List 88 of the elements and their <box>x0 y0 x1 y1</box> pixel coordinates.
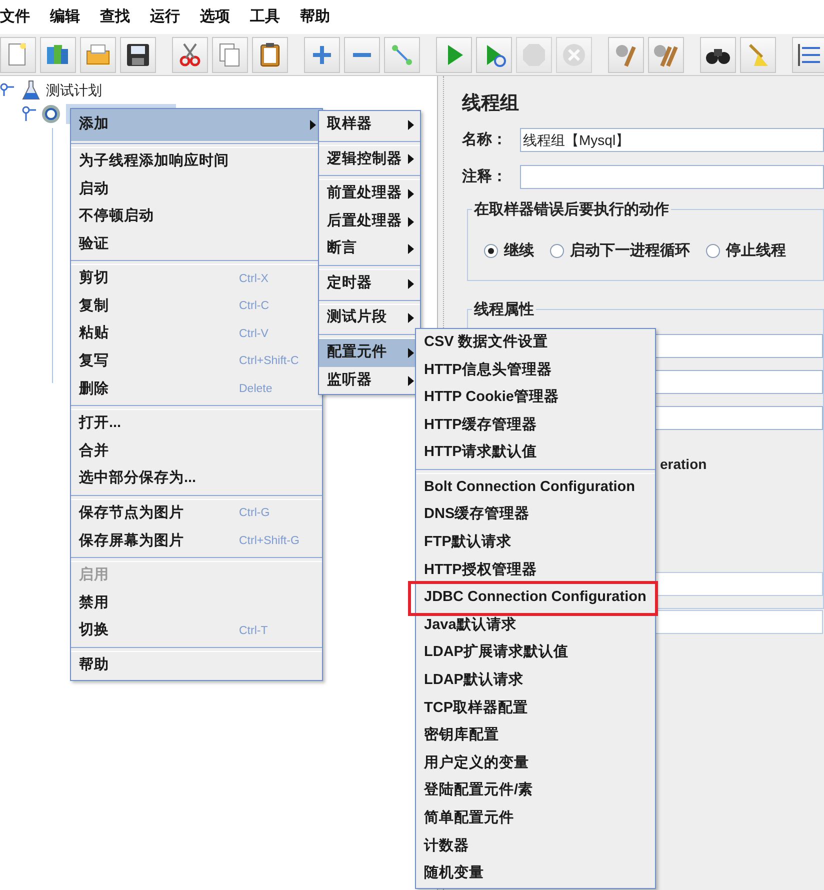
menu-item[interactable]: 定时器 <box>319 270 420 298</box>
menu-item[interactable]: 查找 <box>100 6 130 28</box>
panel-title: 线程组 <box>462 92 520 116</box>
menu-item[interactable]: 选中部分保存为... <box>71 466 322 494</box>
shortcut-label: Delete <box>239 382 272 397</box>
shortcut-label: Ctrl-V <box>239 326 268 342</box>
submenu-arrow-icon <box>408 348 414 358</box>
checkbox-label: eration <box>660 455 707 474</box>
menu-item[interactable]: 用户定义的变量 <box>416 750 655 778</box>
radio-button[interactable] <box>706 244 720 258</box>
menu-item[interactable]: 取样器 <box>319 111 420 139</box>
radio-button[interactable] <box>550 244 564 258</box>
toolbar-button[interactable] <box>700 36 736 72</box>
menu-item[interactable]: 前置处理器 <box>319 180 420 208</box>
submenu-arrow-icon <box>408 188 414 199</box>
menu-item[interactable]: HTTP Cookie管理器 <box>416 384 655 412</box>
menu-item[interactable]: 密钥库配置 <box>416 722 655 750</box>
menu-item[interactable]: HTTP授权管理器 <box>416 556 655 584</box>
shortcut-label: Ctrl+Shift-G <box>239 534 300 549</box>
menu-item[interactable]: 工具 <box>250 6 280 28</box>
menu-item[interactable]: 登陆配置元件/素 <box>416 778 655 806</box>
radio-label[interactable]: 启动下一进程循环 <box>570 240 690 262</box>
tree-node-label[interactable]: 测试计划 <box>46 80 102 100</box>
field-label: 注释： <box>462 166 508 187</box>
menu-item[interactable]: 保存节点为图片 Ctrl-G <box>71 500 322 528</box>
menu-item[interactable]: 为子线程添加响应时间 <box>71 148 322 176</box>
menu-item[interactable]: 复制 Ctrl-C <box>71 292 322 321</box>
radio-label[interactable]: 继续 <box>504 240 534 262</box>
expand-handle-icon[interactable] <box>0 83 14 97</box>
submenu-arrow-icon <box>408 120 414 130</box>
flask-icon <box>22 80 40 100</box>
menu-item[interactable]: FTP默认请求 <box>416 529 655 557</box>
expand-handle-icon[interactable] <box>22 106 36 122</box>
menu-item[interactable]: 后置处理器 <box>319 208 420 236</box>
menu-item[interactable]: HTTP请求默认值 <box>416 439 655 467</box>
submenu-arrow-icon <box>408 278 414 289</box>
menu-item[interactable]: JDBC Connection Configuration <box>416 584 655 612</box>
toolbar-button[interactable] <box>252 36 288 72</box>
shortcut-label: Ctrl-T <box>239 624 268 639</box>
toolbar-button[interactable] <box>120 36 156 72</box>
menu-item[interactable]: Bolt Connection Configuration <box>416 474 655 502</box>
menu-item[interactable]: DNS缓存管理器 <box>416 502 655 530</box>
menu-item[interactable]: 断言 <box>319 235 420 263</box>
submenu-arrow-icon <box>408 376 414 386</box>
shortcut-label: Ctrl-X <box>239 272 268 287</box>
menu-item[interactable]: HTTP缓存管理器 <box>416 412 655 440</box>
menu-item[interactable]: 计数器 <box>416 832 655 860</box>
menu-item[interactable]: 选项 <box>200 6 230 28</box>
menu-item[interactable]: 禁用 <box>71 590 322 618</box>
menu-item[interactable]: 不停顿启动 <box>71 203 322 231</box>
shortcut-label: Ctrl-C <box>239 299 270 314</box>
menu-item[interactable]: 复写 Ctrl+Shift-C <box>71 348 322 376</box>
menu-item[interactable]: 切换 Ctrl-T <box>71 618 322 646</box>
menu-item[interactable]: 帮助 <box>71 652 322 680</box>
menu-item[interactable]: 文件 <box>0 6 30 28</box>
menu-item[interactable]: Java默认请求 <box>416 612 655 640</box>
menu-item[interactable]: 随机变量 <box>416 860 655 888</box>
menu-item[interactable]: 保存屏幕为图片 Ctrl+Shift-G <box>71 528 322 556</box>
menu-item[interactable]: 运行 <box>150 6 180 28</box>
submenu-arrow-icon <box>408 244 414 254</box>
toolbar-button[interactable] <box>792 36 824 72</box>
radio-label[interactable]: 停止线程 <box>726 240 786 262</box>
field-label: 名称： <box>462 130 508 150</box>
menu-item[interactable]: 剪切 Ctrl-X <box>71 265 322 293</box>
menu-item[interactable]: 验证 <box>71 230 322 258</box>
submenu-arrow-icon <box>310 120 316 130</box>
menu-item[interactable]: 粘贴 Ctrl-V <box>71 320 322 348</box>
menu-item[interactable]: 删除 Delete <box>71 376 322 404</box>
menu-item[interactable]: LDAP默认请求 <box>416 667 655 695</box>
menu-item[interactable]: 逻辑控制器 <box>319 146 420 174</box>
minus-icon <box>352 52 372 58</box>
menu-item[interactable]: LDAP扩展请求默认值 <box>416 640 655 668</box>
shortcut-label: Ctrl+Shift-C <box>239 354 299 370</box>
menu-item[interactable]: 编辑 <box>50 6 80 28</box>
menu-item[interactable]: 添加 <box>71 109 322 141</box>
menu-item[interactable]: 简单配置元件 <box>416 805 655 833</box>
shortcut-label: Ctrl-G <box>239 506 270 522</box>
text-field[interactable]: 线程组【Mysql】 <box>520 128 824 152</box>
menu-item[interactable]: 打开... <box>71 410 322 438</box>
menu-item[interactable]: 帮助 <box>300 6 330 28</box>
radio-button[interactable] <box>484 244 498 258</box>
menu-item[interactable]: 启动 <box>71 176 322 204</box>
submenu-arrow-icon <box>408 313 414 324</box>
menu-item[interactable]: 合并 <box>71 438 322 466</box>
text-field[interactable] <box>520 165 824 189</box>
submenu-arrow-icon <box>408 154 414 164</box>
menu-item[interactable]: TCP取样器配置 <box>416 694 655 722</box>
submenu-arrow-icon <box>408 216 414 227</box>
